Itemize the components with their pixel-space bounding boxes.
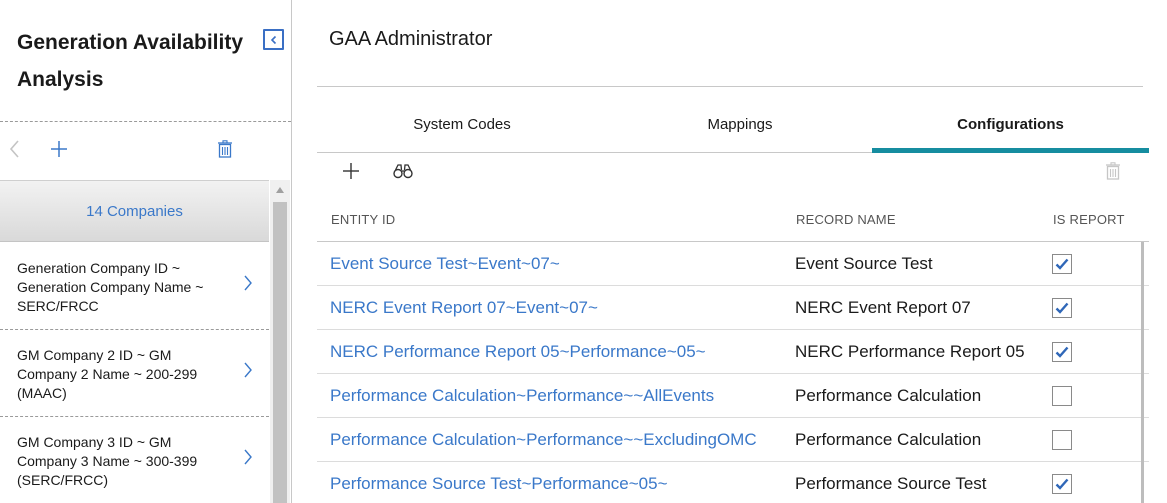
column-header-record-name[interactable]: RECORD NAME	[796, 212, 896, 227]
list-scrollbar[interactable]	[270, 180, 290, 503]
entity-id-link[interactable]: Performance Calculation~Performance~~All…	[330, 386, 714, 406]
tab-system-codes[interactable]: System Codes	[317, 96, 607, 152]
checkmark-icon	[1055, 478, 1069, 490]
chevron-right-icon	[244, 275, 252, 291]
trash-icon[interactable]	[213, 137, 237, 161]
table-row[interactable]: Performance Calculation~Performance~~All…	[317, 374, 1149, 418]
record-name-cell: NERC Performance Report 05	[795, 342, 1025, 361]
list-item[interactable]: GM Company 3 ID ~ GM Company 3 Name ~ 30…	[0, 417, 269, 503]
table-row[interactable]: Performance Source Test~Performance~05~ P…	[317, 462, 1149, 503]
scroll-up-arrow-icon[interactable]	[270, 180, 290, 200]
trash-icon[interactable]	[1101, 159, 1125, 183]
record-name-cell: Event Source Test	[795, 254, 933, 273]
is-report-checkbox[interactable]	[1052, 254, 1072, 274]
entity-id-link[interactable]: Performance Source Test~Performance~05~	[330, 474, 668, 494]
is-report-checkbox[interactable]	[1052, 430, 1072, 450]
entity-id-link[interactable]: NERC Event Report 07~Event~07~	[330, 298, 598, 318]
checkmark-icon	[1055, 258, 1069, 270]
tab-mappings[interactable]: Mappings	[600, 96, 880, 152]
plus-icon[interactable]	[339, 159, 363, 183]
record-name-cell: Performance Source Test	[795, 474, 987, 493]
binoculars-icon[interactable]	[391, 159, 415, 183]
record-name-cell: Performance Calculation	[795, 430, 982, 449]
table-row[interactable]: Performance Calculation~Performance~~Exc…	[317, 418, 1149, 462]
left-toolbar	[0, 122, 291, 180]
entity-id-link[interactable]: Performance Calculation~Performance~~Exc…	[330, 430, 757, 450]
entity-id-link[interactable]: Event Source Test~Event~07~	[330, 254, 560, 274]
page-title: GAA Administrator	[329, 28, 493, 50]
list-item-label: Generation Company ID ~ Generation Compa…	[17, 260, 204, 314]
record-name-cell: Performance Calculation	[795, 386, 982, 405]
tab-configurations[interactable]: Configurations	[872, 96, 1149, 153]
table-body: Event Source Test~Event~07~ Event Source …	[317, 242, 1149, 503]
table-row[interactable]: NERC Performance Report 05~Performance~0…	[317, 330, 1149, 374]
plus-icon[interactable]	[47, 137, 71, 161]
list-item-label: GM Company 3 ID ~ GM Company 3 Name ~ 30…	[17, 434, 198, 488]
chevron-left-icon[interactable]	[3, 137, 27, 161]
panel-title: Generation Availability Analysis	[17, 31, 244, 91]
grid-toolbar	[317, 155, 1149, 189]
collapse-left-icon[interactable]	[263, 29, 284, 50]
entity-id-link[interactable]: NERC Performance Report 05~Performance~0…	[330, 342, 706, 362]
table-row[interactable]: NERC Event Report 07~Event~07~ NERC Event…	[317, 286, 1149, 330]
is-report-checkbox[interactable]	[1052, 342, 1072, 362]
chevron-right-icon	[244, 449, 252, 465]
list-item-label: GM Company 2 ID ~ GM Company 2 Name ~ 20…	[17, 347, 198, 401]
chevron-right-icon	[244, 362, 252, 378]
is-report-checkbox[interactable]	[1052, 474, 1072, 494]
is-report-checkbox[interactable]	[1052, 386, 1072, 406]
scroll-thumb[interactable]	[273, 202, 287, 503]
table-row[interactable]: Event Source Test~Event~07~ Event Source …	[317, 242, 1149, 286]
main-panel: GAA Administrator System Codes Mappings …	[293, 0, 1167, 503]
is-report-checkbox[interactable]	[1052, 298, 1072, 318]
record-name-cell: NERC Event Report 07	[795, 298, 971, 317]
list-header[interactable]: 14 Companies	[0, 180, 269, 242]
column-header-is-report[interactable]: IS REPORT	[1053, 212, 1125, 227]
checkmark-icon	[1055, 302, 1069, 314]
list-item[interactable]: Generation Company ID ~ Generation Compa…	[0, 243, 269, 330]
table-scrollbar[interactable]	[1141, 242, 1144, 503]
checkmark-icon	[1055, 346, 1069, 358]
left-panel: Generation Availability Analysis 14 Comp…	[0, 0, 292, 503]
table-header: ENTITY ID RECORD NAME IS REPORT	[317, 198, 1149, 242]
tab-bar: System Codes Mappings Configurations	[317, 96, 1149, 153]
list-item[interactable]: GM Company 2 ID ~ GM Company 2 Name ~ 20…	[0, 330, 269, 417]
divider	[317, 86, 1143, 87]
company-list: 14 Companies Generation Company ID ~ Gen…	[0, 180, 291, 503]
column-header-entity-id[interactable]: ENTITY ID	[331, 212, 395, 227]
